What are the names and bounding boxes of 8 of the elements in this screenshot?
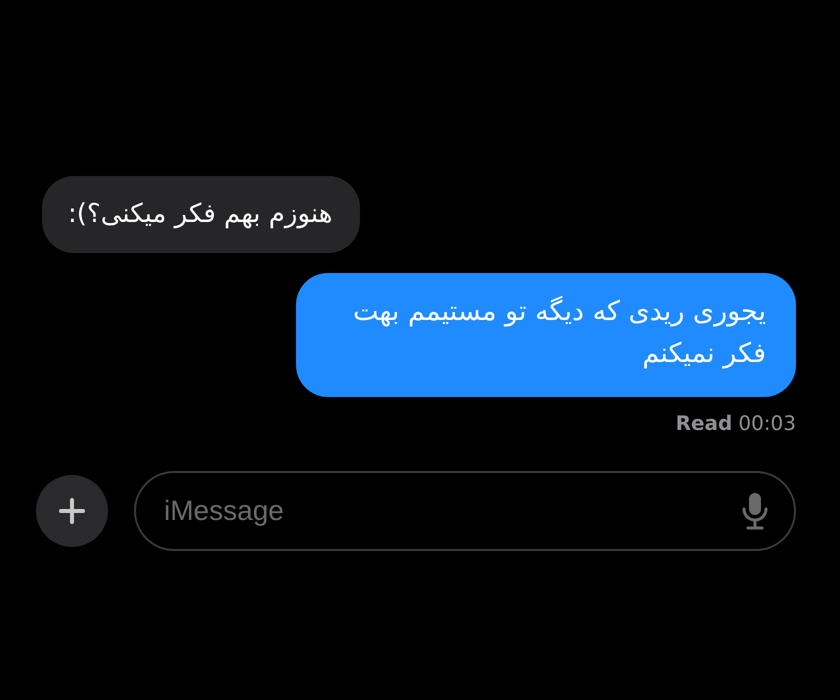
message-bubble: یجوری ریدی که دیگه تو مستیمم بهت فکر نمیکنم (296, 273, 796, 397)
microphone-icon[interactable] (742, 492, 768, 530)
plus-icon (57, 496, 87, 526)
read-label: Read (676, 411, 732, 435)
message-input[interactable]: iMessage (162, 494, 742, 528)
message-bubble: هنوزم بهم فکر میکنی؟): (42, 176, 360, 253)
read-time: 00:03 (738, 411, 796, 435)
message-field[interactable]: iMessage (134, 471, 796, 551)
